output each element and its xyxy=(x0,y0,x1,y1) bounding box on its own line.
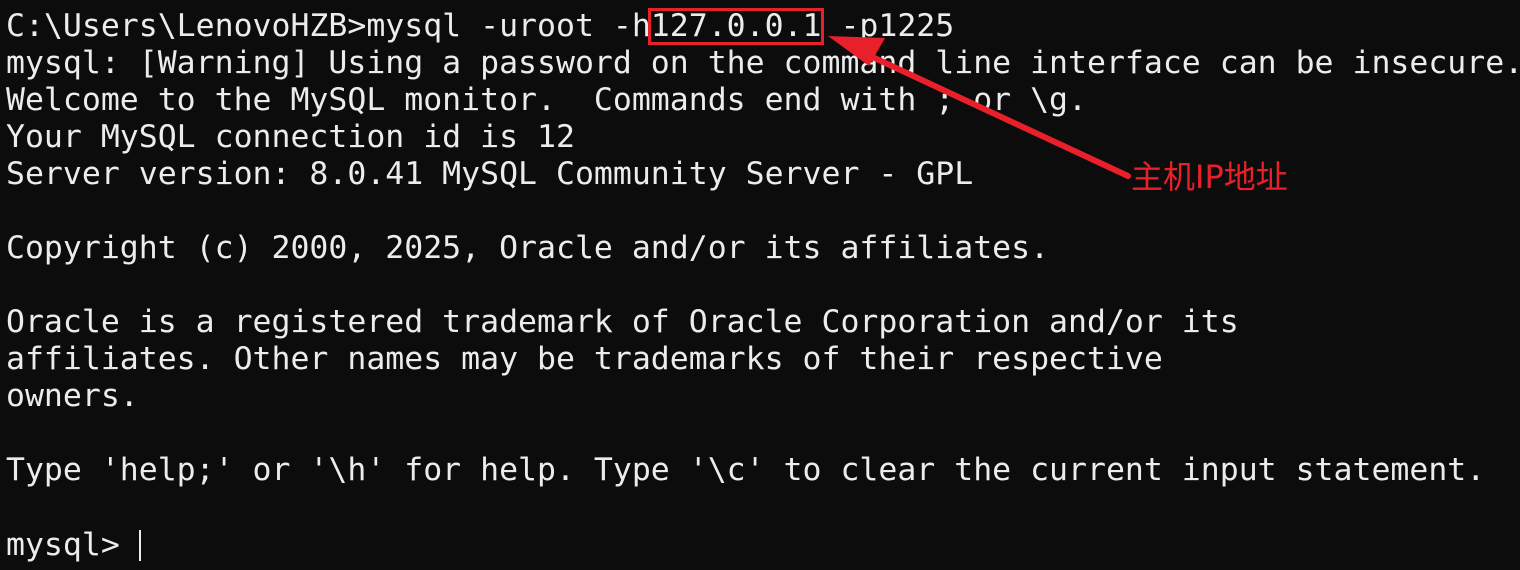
warning-line: mysql: [Warning] Using a password on the… xyxy=(6,45,1520,81)
trademark-line-1: Oracle is a registered trademark of Orac… xyxy=(6,304,1239,340)
ip-highlight-box xyxy=(648,8,824,45)
welcome-line: Welcome to the MySQL monitor. Commands e… xyxy=(6,82,1087,118)
help-line: Type 'help;' or '\h' for help. Type '\c'… xyxy=(6,452,1486,488)
server-version-line: Server version: 8.0.41 MySQL Community S… xyxy=(6,156,974,192)
text-cursor xyxy=(139,530,141,561)
terminal-window[interactable]: C:\Users\LenovoHZB>mysql -uroot -h127.0.… xyxy=(0,0,1520,570)
connection-id-line: Your MySQL connection id is 12 xyxy=(6,119,575,155)
trademark-line-2: affiliates. Other names may be trademark… xyxy=(6,341,1163,377)
mysql-prompt[interactable]: mysql> xyxy=(6,527,139,564)
trademark-line-3: owners. xyxy=(6,378,139,414)
host-ip-annotation: 主机IP地址 xyxy=(1131,158,1288,196)
copyright-line: Copyright (c) 2000, 2025, Oracle and/or … xyxy=(6,230,1050,266)
